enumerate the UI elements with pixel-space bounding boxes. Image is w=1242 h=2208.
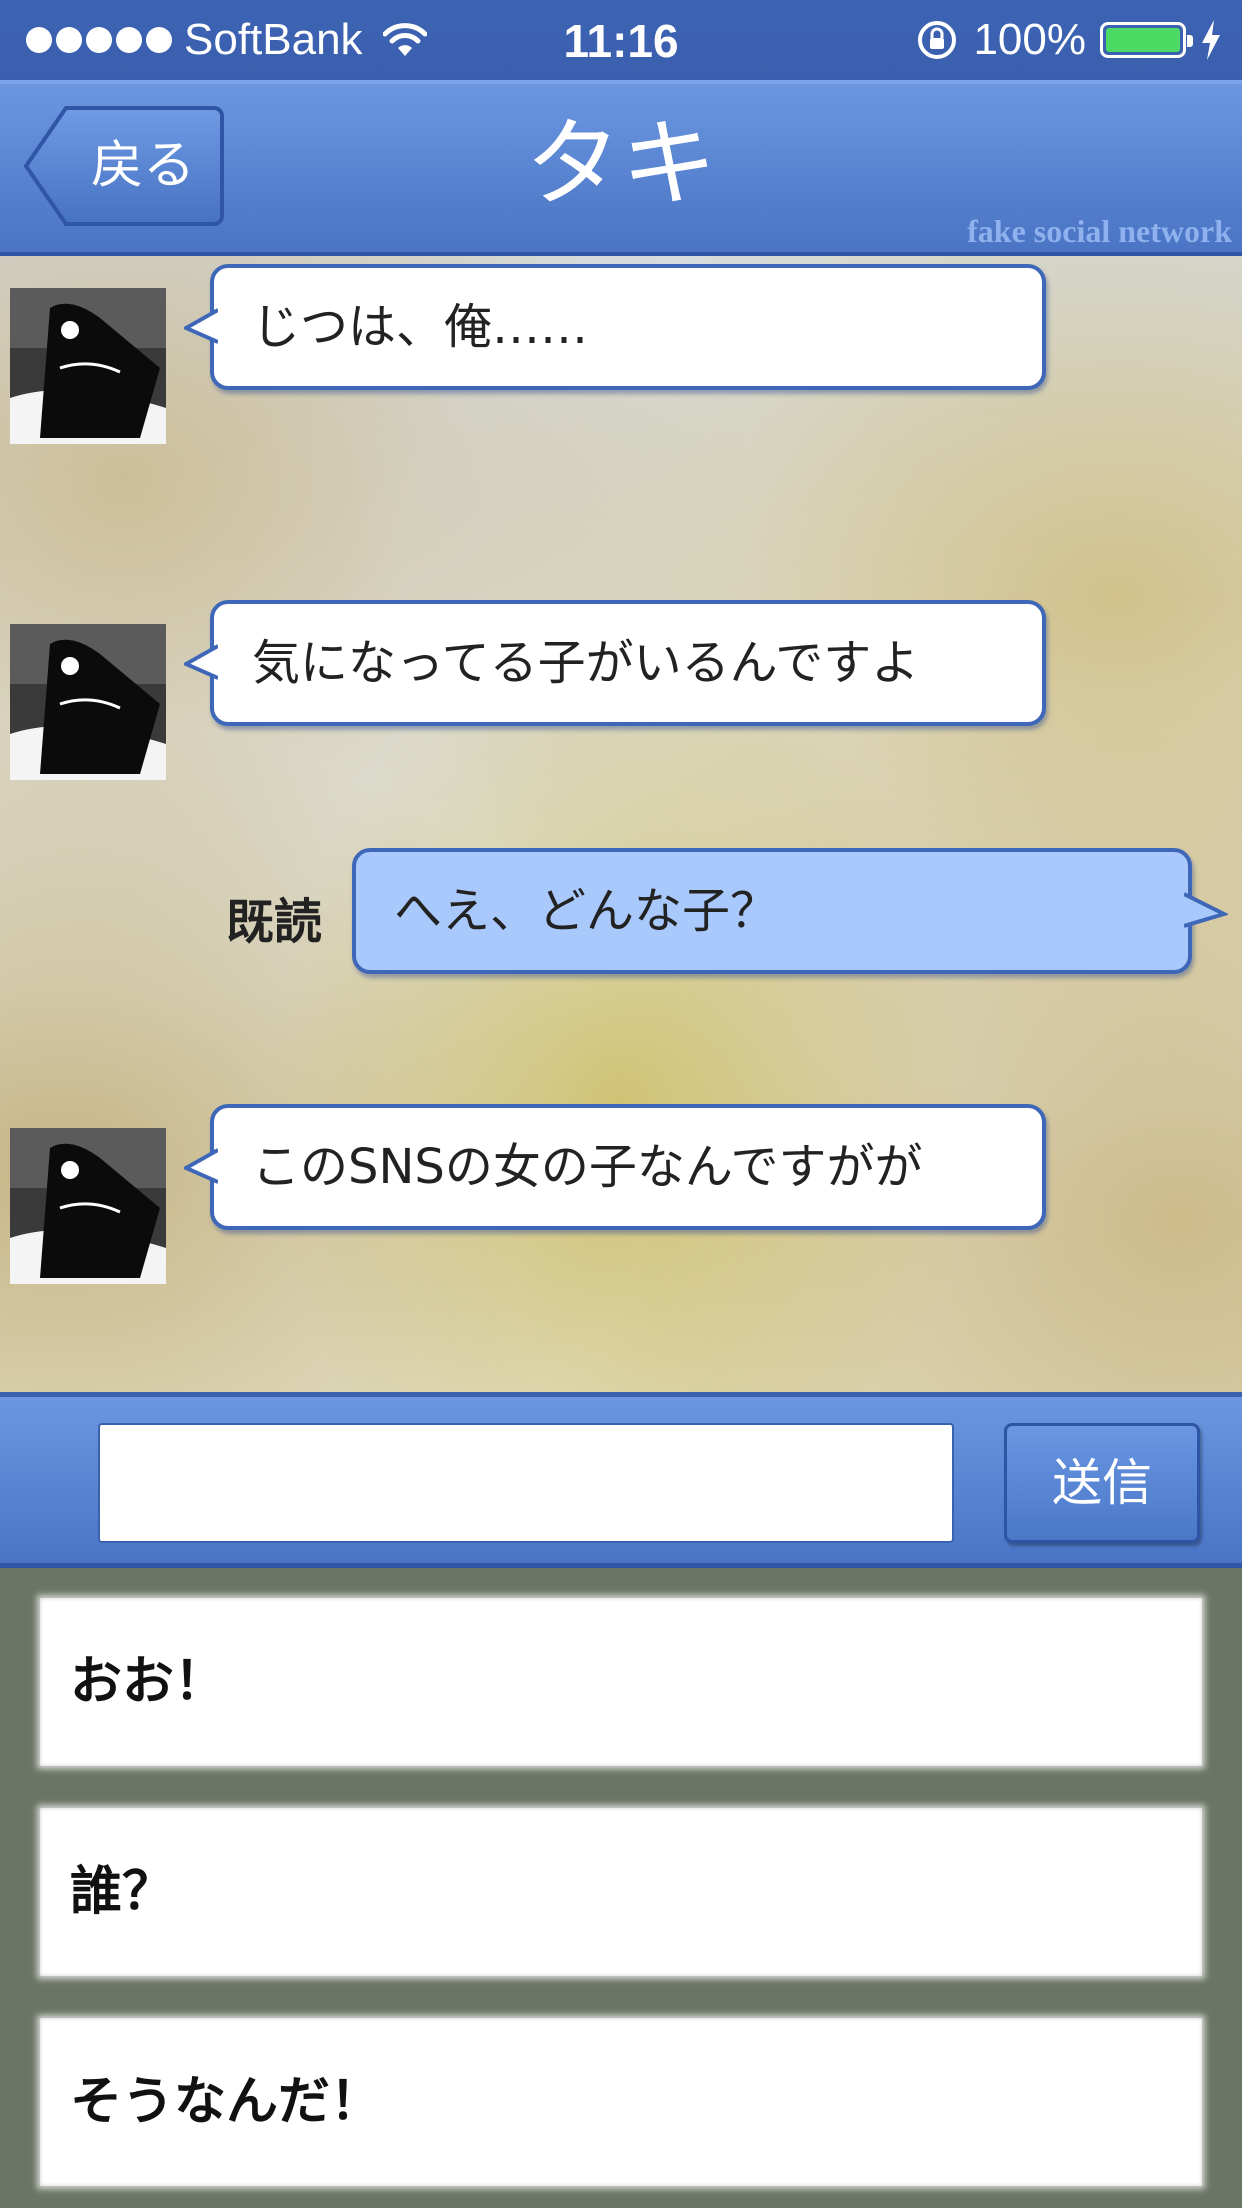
message-bubble-incoming: 気になってる子がいるんですよ [184,600,1046,726]
message-text: じつは、俺…… [252,299,589,355]
read-receipt: 既読 [226,894,323,950]
avatar-image [10,288,166,444]
battery-icon [1100,22,1193,58]
status-right: 100% [915,14,1222,66]
message-bubble-incoming: じつは、俺…… [184,264,1046,390]
chat-area[interactable]: じつは、俺…… 気になってる子がいるんですよ 既読 へえ、どんな子？ このSNS… [0,256,1242,1392]
message-text: 気になってる子がいるんですよ [252,635,920,691]
send-button[interactable]: 送信 [1004,1423,1200,1543]
status-bar: SoftBank 11:16 100% [0,0,1242,80]
message-bubble-outgoing: へえ、どんな子？ [352,848,1228,974]
message-input-bar: 送信 [0,1392,1242,1568]
reply-options-panel: おお！ 誰？ そうなんだ！ [0,1568,1242,2208]
back-button[interactable]: 戻る [22,104,224,228]
avatar[interactable] [10,624,166,780]
reply-option[interactable]: おお！ [40,1598,1202,1766]
reply-option[interactable]: そうなんだ！ [40,2018,1202,2186]
avatar-image [10,624,166,780]
orientation-lock-icon [918,21,957,59]
reply-option[interactable]: 誰？ [40,1808,1202,1976]
avatar-image [10,1128,166,1284]
app-watermark: fake social network [967,213,1232,249]
back-button-label: 戻る [90,136,195,196]
battery-percent: 100% [973,15,1086,64]
message-input[interactable] [98,1423,954,1543]
nav-bar: タキ 戻る fake social network [0,80,1242,256]
charging-bolt-icon [1202,20,1220,60]
avatar[interactable] [10,1128,166,1284]
avatar[interactable] [10,288,166,444]
message-text: へえ、どんな子？ [394,883,779,939]
message-text: このSNSの女の子なんですがが [252,1139,923,1195]
message-bubble-incoming: このSNSの女の子なんですがが [184,1104,1046,1230]
